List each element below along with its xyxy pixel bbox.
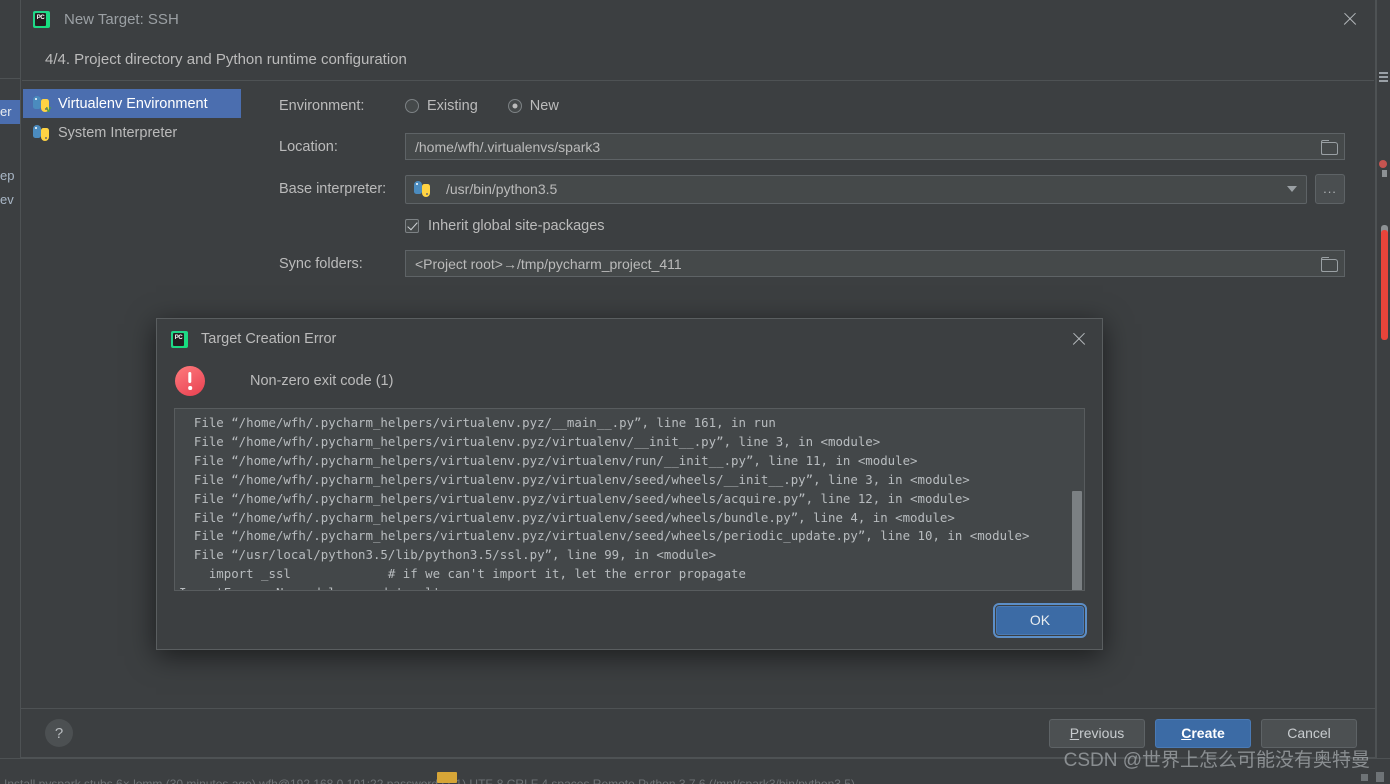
- base-interpreter-browse-button[interactable]: ...: [1315, 174, 1345, 204]
- ide-status-memory-icon[interactable]: [1376, 772, 1384, 782]
- wizard-step-label: 4/4. Project directory and Python runtim…: [45, 50, 407, 68]
- checkbox-indicator: [405, 219, 419, 233]
- environment-row: Environment: Existing New: [279, 93, 1345, 119]
- base-interpreter-row: Base interpreter: /usr/bin/python3.5 ...: [279, 174, 1345, 204]
- ok-button[interactable]: OK: [993, 602, 1087, 638]
- previous-button[interactable]: Previous: [1049, 718, 1145, 748]
- environment-radio-group: Existing New: [405, 98, 559, 114]
- location-input[interactable]: /home/wfh/.virtualenvs/spark3: [405, 133, 1345, 160]
- previous-mnemonic: P: [1069, 725, 1080, 741]
- traceback-text: File “/home/wfh/.pycharm_helpers/virtual…: [179, 415, 1030, 590]
- error-dialog-footer: OK: [157, 591, 1102, 649]
- error-icon: [175, 366, 205, 396]
- ide-background-fragment-1: er: [0, 104, 12, 119]
- ide-status-text: Install pyspark stubs 6× lomm (30 minute…: [4, 777, 855, 784]
- cancel-label: Cancel: [1287, 725, 1331, 741]
- inherit-label: Inherit global site-packages: [428, 218, 605, 234]
- ide-status-bar: Install pyspark stubs 6× lomm (30 minute…: [0, 758, 1390, 784]
- cancel-button[interactable]: Cancel: [1261, 718, 1357, 748]
- pycharm-icon: [33, 10, 50, 28]
- ok-label: OK: [1029, 612, 1051, 628]
- sidebar-item-label: Virtualenv Environment: [58, 95, 208, 112]
- folder-icon[interactable]: [1321, 139, 1338, 155]
- python-virtualenv-icon: v: [33, 95, 51, 113]
- sync-folders-input[interactable]: <Project root>→/tmp/pycharm_project_411: [405, 250, 1345, 277]
- gutter-divider: [1376, 0, 1377, 784]
- python-icon: [414, 181, 430, 197]
- close-icon[interactable]: [1339, 8, 1361, 30]
- create-label-rest: reate: [1191, 725, 1225, 741]
- create-mnemonic: C: [1181, 725, 1192, 741]
- location-value: /home/wfh/.virtualenvs/spark3: [415, 138, 601, 155]
- folder-icon[interactable]: [1321, 256, 1338, 272]
- ide-status-square-icon[interactable]: [1361, 774, 1368, 781]
- sync-folders-row: Sync folders: <Project root>→/tmp/pychar…: [279, 250, 1345, 277]
- sidebar-item-virtualenv-environment[interactable]: v Virtualenv Environment: [23, 89, 241, 118]
- error-dialog-title: Target Creation Error: [201, 331, 337, 347]
- location-row: Location: /home/wfh/.virtualenvs/spark3: [279, 133, 1345, 160]
- base-interpreter-select[interactable]: /usr/bin/python3.5: [405, 174, 1307, 204]
- close-icon[interactable]: [1068, 328, 1090, 350]
- gutter-error-marker-icon[interactable]: [1382, 170, 1387, 177]
- traceback-scrollbar-thumb[interactable]: [1072, 491, 1082, 590]
- inherit-global-site-packages-checkbox[interactable]: Inherit global site-packages: [405, 218, 1345, 234]
- base-interpreter-label: Base interpreter:: [279, 181, 387, 197]
- target-creation-error-dialog: Target Creation Error Non-zero exit code…: [156, 318, 1103, 650]
- radio-new[interactable]: New: [507, 98, 559, 114]
- radio-new-indicator: [507, 99, 522, 113]
- error-message: Non-zero exit code (1): [250, 373, 394, 389]
- chevron-down-icon[interactable]: [1278, 176, 1306, 203]
- environment-label: Environment:: [279, 98, 365, 114]
- ide-error-gutter[interactable]: [1376, 0, 1390, 784]
- radio-existing[interactable]: Existing: [405, 98, 478, 114]
- sidebar-item-system-interpreter[interactable]: System Interpreter: [23, 118, 241, 147]
- sync-folders-label: Sync folders:: [279, 255, 363, 272]
- traceback-panel[interactable]: File “/home/wfh/.pycharm_helpers/virtual…: [174, 408, 1085, 591]
- previous-label-rest: revious: [1079, 725, 1125, 741]
- radio-existing-label: Existing: [427, 98, 478, 114]
- location-label: Location:: [279, 138, 338, 155]
- radio-existing-indicator: [405, 99, 419, 113]
- sidebar-item-label: System Interpreter: [58, 124, 178, 141]
- dialog-title: New Target: SSH: [64, 10, 179, 28]
- ide-status-badge: [437, 772, 457, 783]
- gutter-error-stripe[interactable]: [1381, 230, 1388, 340]
- error-message-row: Non-zero exit code (1): [157, 359, 1102, 408]
- radio-new-label: New: [529, 98, 559, 114]
- base-interpreter-value: /usr/bin/python3.5: [446, 181, 558, 197]
- error-dialog-titlebar: Target Creation Error: [157, 319, 1102, 359]
- screen: er ep ev New Target: SSH 4/4. Project di…: [0, 0, 1390, 784]
- sync-folders-value: <Project root>→/tmp/pycharm_project_411: [415, 255, 682, 272]
- ellipsis-label: ...: [1323, 181, 1337, 196]
- python-icon: [33, 124, 49, 141]
- ide-background-fragment-3: ev: [0, 192, 14, 207]
- dialog-titlebar: New Target: SSH: [21, 0, 1375, 38]
- gutter-error-dot-icon[interactable]: [1379, 160, 1387, 168]
- wizard-action-buttons: Previous Create Cancel: [1049, 718, 1357, 748]
- ide-background-fragment-2: ep: [0, 168, 15, 183]
- help-button[interactable]: ?: [45, 719, 73, 747]
- pycharm-icon: [171, 330, 188, 348]
- question-mark-icon: ?: [54, 724, 64, 742]
- wizard-footer: ? Previous Create Cancel: [21, 709, 1375, 757]
- gutter-marks-icon: [1379, 72, 1388, 86]
- create-button[interactable]: Create: [1155, 718, 1251, 748]
